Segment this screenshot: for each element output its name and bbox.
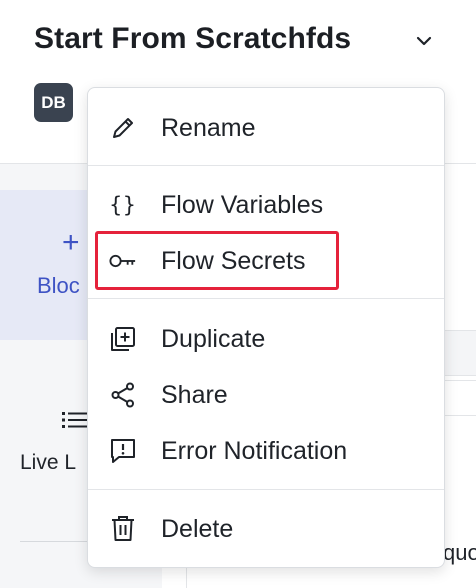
menu-item-rename[interactable]: Rename <box>88 105 444 151</box>
error-notification-icon <box>109 437 137 465</box>
avatar[interactable]: DB <box>34 83 73 122</box>
flow-secrets-highlight <box>95 231 339 290</box>
right-panel-text: quo <box>443 540 476 565</box>
page-title: Start From Scratchfds <box>34 22 352 55</box>
menu-item-flow-variables[interactable]: {} Flow Variables <box>88 182 444 228</box>
menu-divider <box>88 298 444 299</box>
menu-divider <box>88 165 444 166</box>
menu-item-label: Flow Variables <box>161 190 324 219</box>
menu-item-duplicate[interactable]: Duplicate <box>88 316 444 362</box>
plus-icon: + <box>62 226 80 259</box>
menu-item-label: Duplicate <box>161 324 266 353</box>
menu-item-label: Share <box>161 380 228 409</box>
menu-divider <box>88 489 444 490</box>
menu-item-share[interactable]: Share <box>88 372 444 418</box>
share-icon <box>109 381 137 409</box>
right-panel-divider <box>444 415 476 416</box>
pencil-icon <box>109 114 137 142</box>
duplicate-icon <box>109 325 137 353</box>
trash-icon <box>109 515 137 543</box>
menu-item-label: Rename <box>161 113 256 142</box>
menu-item-label: Error Notification <box>161 436 348 465</box>
flow-options-menu: Rename {} Flow Variables Flow Secrets Du… <box>87 87 445 568</box>
menu-item-label: Delete <box>161 514 234 543</box>
blocks-label: Bloc <box>37 273 80 298</box>
menu-item-delete[interactable]: Delete <box>88 506 444 552</box>
braces-icon: {} <box>109 193 137 217</box>
chevron-down-icon[interactable] <box>413 30 435 52</box>
blocks-card[interactable] <box>0 190 98 340</box>
right-panel-divider <box>444 380 476 381</box>
list-icon <box>62 412 88 428</box>
live-logs-label[interactable]: Live L <box>20 451 76 475</box>
right-panel-row <box>444 330 476 376</box>
menu-item-error-notification[interactable]: Error Notification <box>88 428 444 474</box>
